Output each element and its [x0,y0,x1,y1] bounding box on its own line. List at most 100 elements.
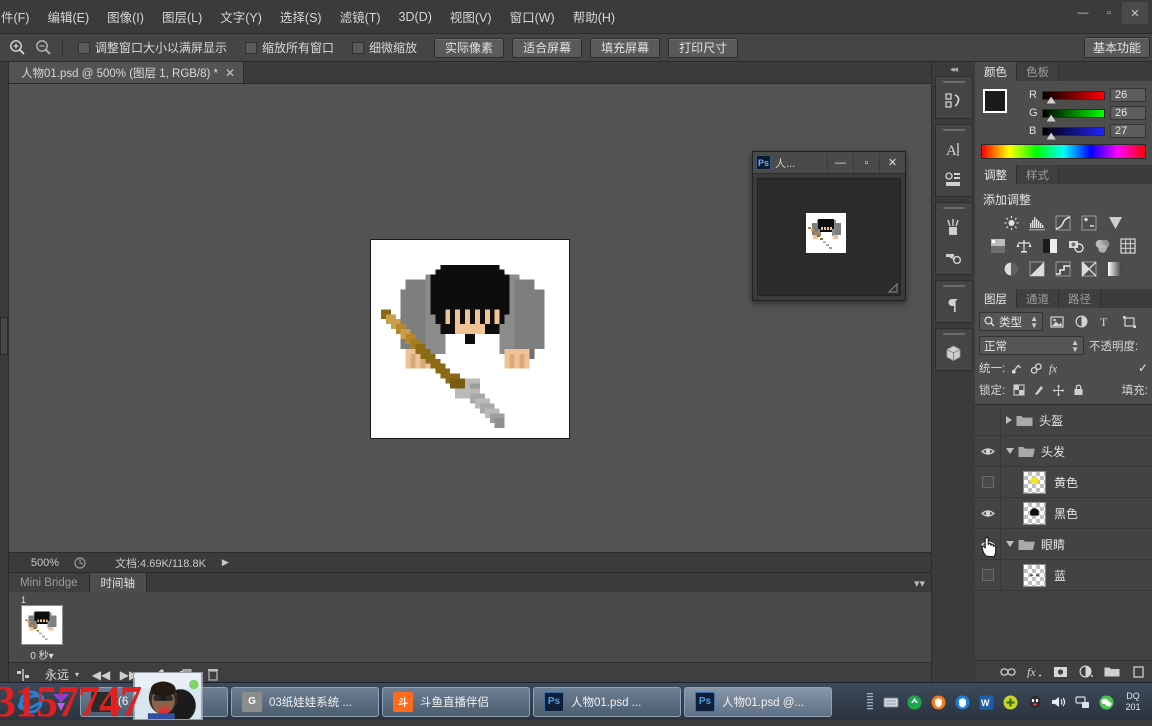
chevron-down-icon[interactable] [1006,541,1014,547]
checkbox-box[interactable] [245,41,258,54]
layer-thumbnail[interactable] [1023,501,1046,525]
zoom-in-icon[interactable] [4,36,30,60]
unify-visibility-icon[interactable] [1030,362,1043,375]
layer-thumbnail[interactable] [1023,470,1046,494]
adjustment-filter-icon[interactable] [1071,312,1091,331]
lock-position-icon[interactable] [1052,384,1065,397]
media-player-icon[interactable] [50,691,72,713]
channel-b[interactable]: B 27 [1029,124,1146,140]
layer-visibility-toggle[interactable] [975,529,1001,559]
checkbox-box[interactable] [352,41,365,54]
menu-3d[interactable]: 3D(D) [390,6,441,28]
tab-paths[interactable]: 路径 [1059,289,1101,308]
photo-filter-icon[interactable] [1067,237,1086,254]
menu-layer[interactable]: 图层(L) [153,3,211,30]
frame-thumbnail[interactable] [21,605,63,645]
checkbox-box[interactable] [78,41,90,54]
frame-duration-caret[interactable]: ▾ [49,651,54,662]
channel-mixer-icon[interactable] [1093,237,1112,254]
slider-knob[interactable] [1046,114,1056,122]
panel-grip[interactable] [942,207,965,209]
lock-transparent-icon[interactable] [1012,384,1025,397]
color-swatches[interactable] [981,87,1021,126]
tab-color[interactable]: 颜色 [975,62,1017,81]
print-size-button[interactable]: 打印尺寸 [668,37,739,58]
pixel-filter-icon[interactable] [1047,312,1067,331]
tab-layers[interactable]: 图层 [975,289,1017,308]
taskbar-item-paperdoll[interactable]: G 03纸娃娃系统 ... [231,686,379,717]
clone-source-icon[interactable] [936,242,972,272]
tab-swatches[interactable]: 色板 [1017,62,1059,81]
unify-style-icon[interactable]: fx [1049,362,1062,374]
zoom-level[interactable]: 500% [9,557,67,569]
channel-r-value[interactable]: 26 [1110,88,1146,102]
channel-b-value[interactable]: 27 [1110,124,1146,138]
lock-all-icon[interactable] [1072,384,1085,397]
panel-grip[interactable] [942,333,965,335]
recycle-icon[interactable] [906,694,923,711]
link-layers-icon[interactable] [1000,664,1016,680]
minimize-button[interactable]: — [1070,2,1096,24]
table-row[interactable]: 眼睛 [975,529,1152,560]
menu-window[interactable]: 窗口(W) [501,3,564,30]
float-maximize-button[interactable]: ▫ [853,152,879,173]
shape-filter-icon[interactable] [1119,312,1139,331]
menu-select[interactable]: 选择(S) [271,3,331,30]
float-window-titlebar[interactable]: Ps 人... — ▫ ✕ [753,152,905,174]
document-tab[interactable]: 人物01.psd @ 500% (图层 1, RGB/8) * ✕ [9,62,245,83]
layer-visibility-toggle[interactable] [975,405,1001,435]
paragraph-icon[interactable] [936,290,972,320]
clock-area[interactable]: DQ 201 [1122,691,1144,713]
selective-color-icon[interactable] [1080,260,1099,277]
menu-edit[interactable]: 编辑(E) [38,3,98,30]
layer-filter-type[interactable]: 类型 ▲ ▼ [979,312,1043,331]
posterize-icon[interactable] [1028,260,1047,277]
tools-panel[interactable] [0,62,9,682]
chevron-updown-icon[interactable]: ▲ ▼ [1030,314,1038,329]
antivirus-icon[interactable] [954,694,971,711]
panel-menu-icon[interactable]: ▾▾ [914,577,925,590]
layer-visibility-toggle[interactable] [975,560,1001,590]
tab-adjustments[interactable]: 调整 [975,165,1017,184]
fill-screen-button[interactable]: 填充屏幕 [590,37,661,58]
layer-visibility-toggle[interactable] [975,498,1001,528]
float-window-canvas[interactable] [757,178,901,296]
black-white-icon[interactable] [1041,237,1060,254]
table-row[interactable]: 蓝 [975,560,1152,591]
notebook-icon[interactable] [882,694,899,711]
color-balance-icon[interactable] [1015,237,1034,254]
table-row[interactable]: 黄色 [975,467,1152,498]
hue-saturation-icon[interactable] [989,237,1008,254]
threshold-icon[interactable] [1054,260,1073,277]
brightness-icon[interactable] [1002,214,1021,231]
menu-help[interactable]: 帮助(H) [564,3,624,30]
lock-image-icon[interactable] [1032,384,1045,397]
shield-icon[interactable] [930,694,947,711]
checkbox-zoom-all-windows[interactable]: 缩放所有窗口 [236,39,343,56]
menu-type[interactable]: 文字(Y) [211,3,271,30]
channel-g-slider[interactable] [1042,108,1105,122]
fit-screen-button[interactable]: 适合屏幕 [512,37,583,58]
volume-icon[interactable] [1050,694,1067,711]
menu-filter[interactable]: 滤镜(T) [331,3,390,30]
slider-knob[interactable] [1046,132,1056,140]
panel-grip[interactable] [942,81,965,83]
blend-mode-select[interactable]: 正常 ▲ ▼ [979,336,1084,355]
taskbar-item-photoshop-1[interactable]: Ps 人物01.psd ... [533,686,681,717]
history-icon[interactable] [936,86,972,116]
table-row[interactable]: 头发 [975,436,1152,467]
invert-icon[interactable] [1002,260,1021,277]
tab-timeline[interactable]: 时间轴 [89,573,148,592]
exposure-icon[interactable] [1080,214,1099,231]
channel-r[interactable]: R 26 [1029,88,1146,104]
color-spectrum-ramp[interactable] [981,144,1146,159]
qq-icon[interactable] [1026,694,1043,711]
paragraph-style-icon[interactable] [936,164,972,194]
channel-r-slider[interactable] [1042,90,1105,104]
type-filter-icon[interactable]: T [1095,312,1115,331]
float-minimize-button[interactable]: — [827,152,853,173]
close-button[interactable]: ✕ [1122,2,1148,24]
taskbar-item-douyu[interactable]: 斗 斗鱼直播伴侣 [382,686,530,717]
layer-fx-icon[interactable]: fx [1026,664,1042,680]
loop-option[interactable]: 永远 ▾ [37,666,87,683]
